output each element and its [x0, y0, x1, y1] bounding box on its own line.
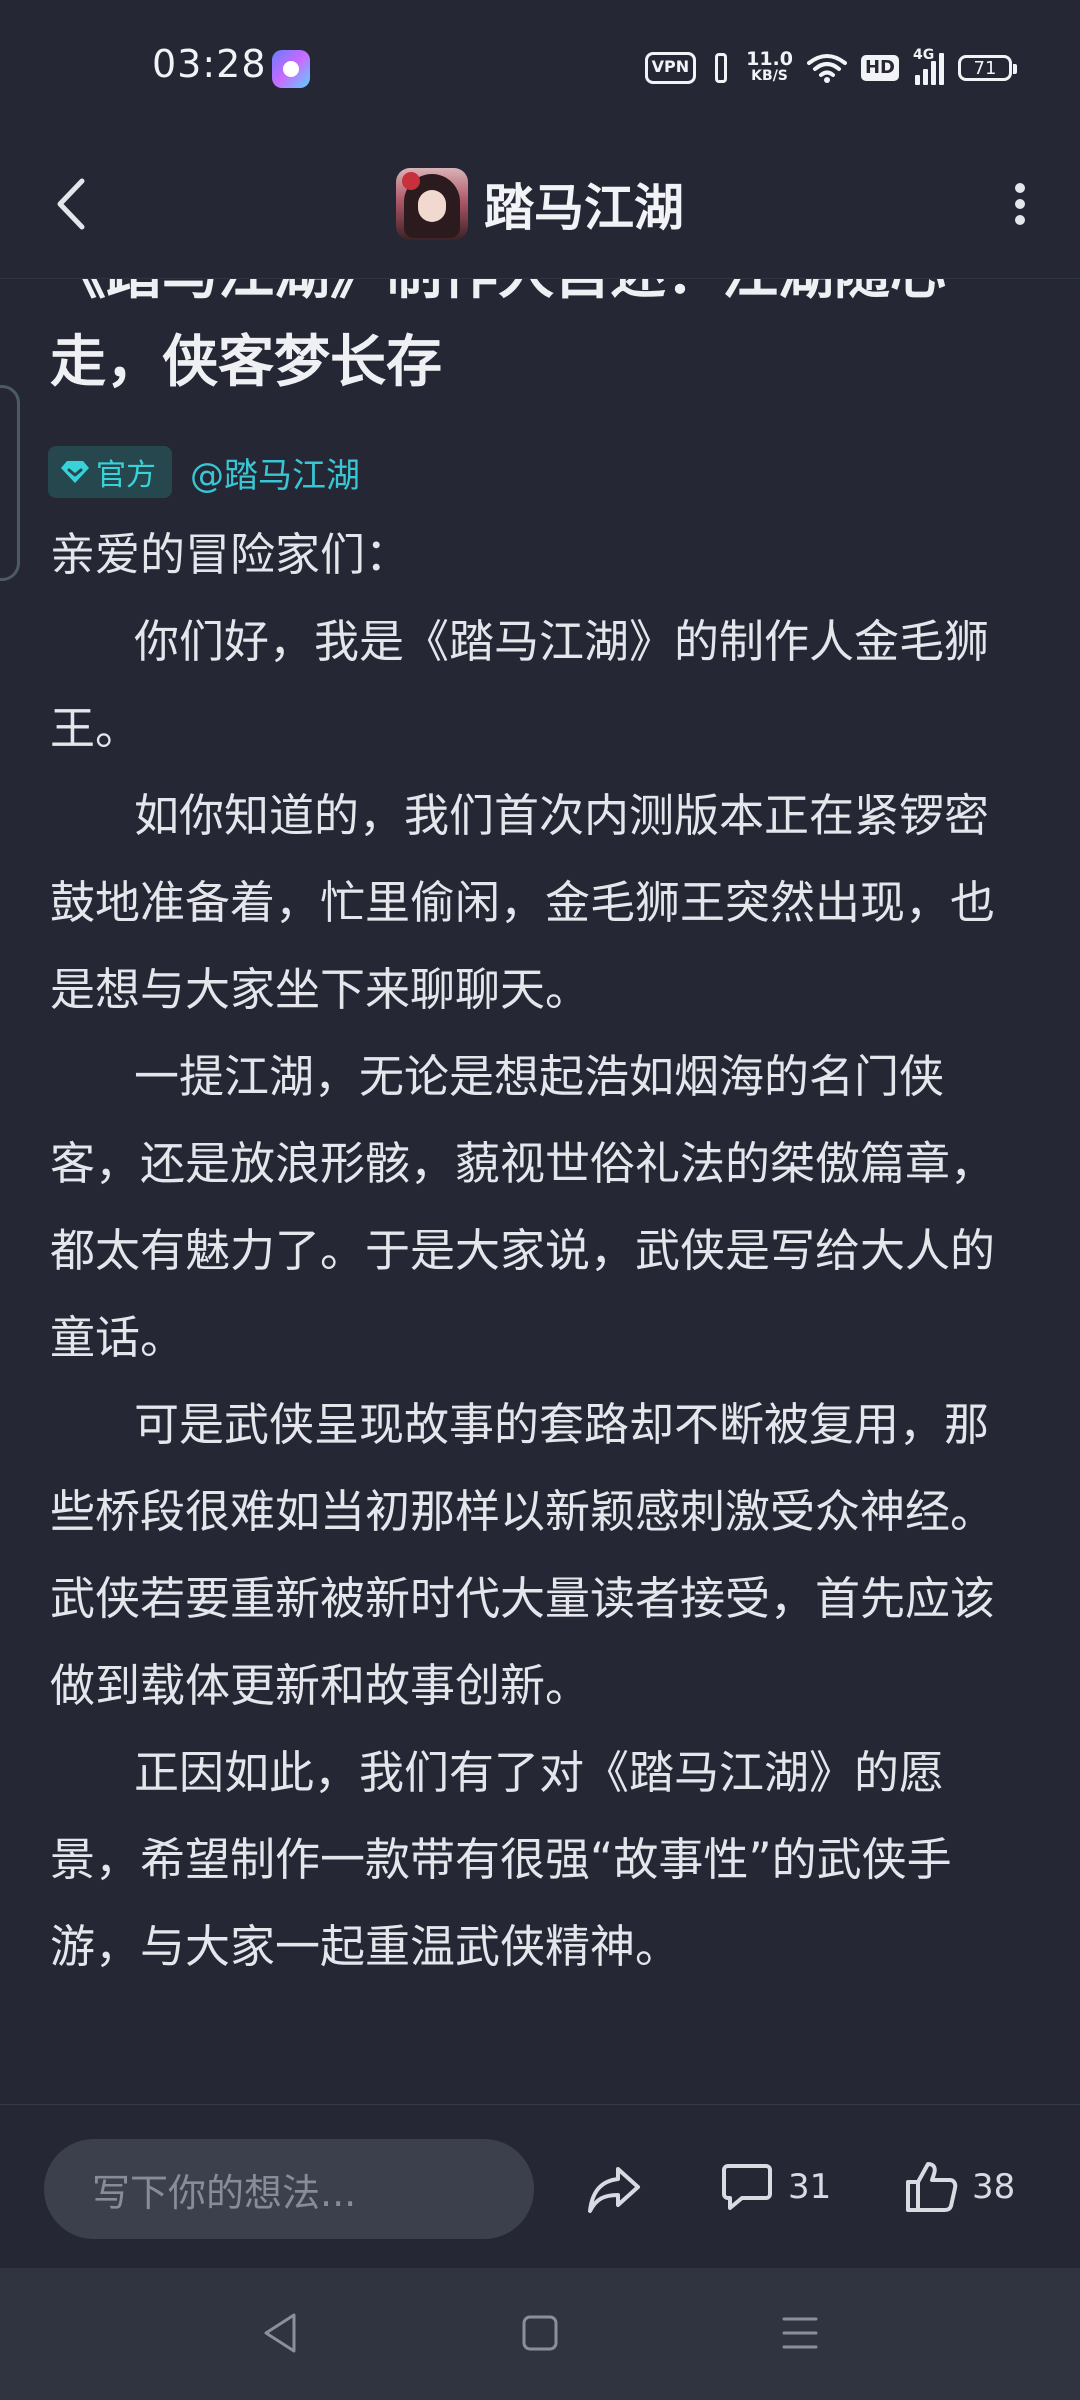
vibrate-icon: [710, 53, 732, 83]
article-greeting: 亲爱的冒险家们：: [50, 528, 411, 581]
article-paragraph: 正因如此，我们有了对《踏马江湖》的愿景，希望制作一款带有很强“故事性”的武侠手游…: [50, 1746, 952, 1973]
comment-button[interactable]: 31: [720, 2155, 831, 2219]
battery-icon: 71: [958, 55, 1017, 81]
author-row: 官方 @踏马江湖: [48, 444, 360, 500]
article-paragraph: 可是武侠呈现故事的套路却不断被复用，那些桥段很难如当初那样以新颖感刺激受众神经。…: [50, 1398, 996, 1712]
like-count: 38: [972, 2167, 1016, 2207]
comment-count: 31: [788, 2167, 832, 2207]
article-paragraph: 你们好，我是《踏马江湖》的制作人金毛狮王。: [50, 615, 990, 755]
action-bar: 写下你的想法... 31 38: [0, 2104, 1080, 2269]
side-drawer-handle[interactable]: [0, 385, 20, 581]
wifi-icon: [806, 54, 847, 83]
nav-back-icon: [264, 2313, 296, 2353]
article-paragraph: 如你知道的，我们首次内测版本正在紧锣密鼓地准备着，忙里偷闲，金毛狮王突然出现，也…: [50, 789, 996, 1016]
network-speed: 11.0 KB/S: [746, 48, 793, 85]
game-avatar[interactable]: [396, 168, 468, 240]
like-button[interactable]: 38: [904, 2155, 1015, 2219]
comment-input[interactable]: 写下你的想法...: [44, 2139, 534, 2239]
comment-input-placeholder: 写下你的想法...: [92, 2170, 357, 2215]
nav-home-button[interactable]: [515, 2308, 565, 2358]
more-vertical-icon: [1015, 183, 1025, 225]
status-icons: VPN 11.0 KB/S HD 4G 71: [644, 44, 1017, 92]
battery-level: 71: [973, 57, 997, 79]
system-navigation-bar: [0, 2268, 1080, 2400]
hd-icon: HD: [860, 55, 899, 81]
article-content[interactable]: 《踏马江湖》制作人自述：江湖随心走，侠客梦长存 官方 @踏马江湖 亲爱的冒险家们…: [0, 279, 1080, 2103]
nav-back-button[interactable]: [255, 2308, 305, 2358]
header-title-group[interactable]: 踏马江湖: [0, 154, 1080, 254]
author-handle[interactable]: @踏马江湖: [190, 448, 360, 497]
verified-diamond-icon: [61, 461, 89, 483]
nav-home-icon: [522, 2315, 558, 2351]
official-badge-label: 官方: [96, 458, 156, 493]
article-body: 亲爱的冒险家们： 你们好，我是《踏马江湖》的制作人金毛狮王。 如你知道的，我们首…: [50, 511, 1010, 1990]
network-type: 4G: [913, 47, 935, 63]
screen: 03:28 VPN 11.0 KB/S HD 4G 71 踏马江湖 走，侠客梦长…: [0, 0, 1080, 2400]
share-button[interactable]: [584, 2159, 644, 2219]
status-time: 03:28: [152, 42, 267, 86]
page-title: 踏马江湖: [484, 179, 684, 237]
article-paragraph: 一提江湖，无论是想起浩如烟海的名门侠客，还是放浪形骸，藐视世俗礼法的桀傲篇章，都…: [50, 1050, 996, 1364]
article-title: 《踏马江湖》制作人自述：江湖随心走，侠客梦长存: [50, 279, 946, 395]
status-bar: 03:28 VPN 11.0 KB/S HD 4G 71: [0, 0, 1080, 130]
comment-icon: [722, 2164, 772, 2210]
app-header: 踏马江湖: [0, 130, 1080, 279]
thumbs-up-icon: [906, 2162, 958, 2212]
share-icon: [588, 2167, 640, 2213]
vpn-icon: VPN: [644, 52, 697, 84]
signal-icon: 4G: [913, 47, 944, 85]
nav-menu-icon: [782, 2317, 818, 2349]
network-speed-value: 11.0: [746, 48, 793, 70]
official-badge: 官方: [48, 446, 172, 498]
nav-menu-button[interactable]: [775, 2308, 825, 2358]
network-speed-unit: KB/S: [751, 68, 788, 84]
more-options-button[interactable]: [990, 166, 1050, 242]
app-notification-icon: [272, 50, 310, 88]
